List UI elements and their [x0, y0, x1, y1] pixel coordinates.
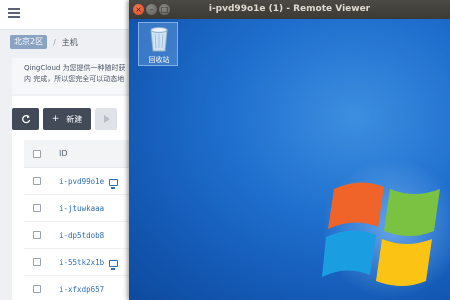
monitor-icon[interactable]: [109, 259, 119, 270]
id-column-header[interactable]: ID: [59, 149, 68, 158]
row-checkbox[interactable]: [33, 177, 41, 185]
select-all-checkbox[interactable]: [33, 149, 41, 158]
refresh-icon: [21, 114, 30, 124]
window-title: i-pvd99o1e (1) - Remote Viewer: [208, 4, 371, 14]
remote-desktop[interactable]: 回收站: [129, 19, 450, 300]
recycle-bin-shortcut[interactable]: 回收站: [138, 22, 178, 66]
breadcrumb-current: 主机: [61, 37, 78, 47]
instance-id-link[interactable]: i-xfxdp657: [59, 285, 104, 294]
recycle-bin-label: 回收站: [148, 56, 170, 64]
refresh-button[interactable]: [12, 108, 39, 130]
row-checkbox[interactable]: [33, 285, 41, 293]
play-icon: [103, 115, 110, 123]
new-instance-label: 新建: [66, 114, 83, 124]
remote-viewer-window: i-pvd99o1e (1) - Remote Viewer × – □ 回收站: [129, 0, 450, 300]
instance-id-link[interactable]: i-dp5tdob8: [59, 231, 104, 240]
instance-id-link[interactable]: i-jtuwkaaa: [59, 204, 104, 213]
toolbar: + 新建: [12, 108, 117, 130]
instance-id-link[interactable]: i-pvd99o1e: [59, 177, 104, 186]
new-instance-button[interactable]: + 新建: [43, 108, 91, 130]
plus-icon: +: [51, 114, 60, 124]
recycle-bin-icon: [150, 27, 168, 52]
zone-badge[interactable]: 北京2区: [10, 35, 48, 49]
start-button[interactable]: [95, 108, 117, 130]
instance-id-link[interactable]: i-55tk2x1b: [59, 258, 104, 267]
windows-logo-icon: [322, 159, 450, 299]
window-titlebar[interactable]: i-pvd99o1e (1) - Remote Viewer × – □: [129, 0, 450, 19]
row-checkbox[interactable]: [33, 204, 41, 212]
row-checkbox[interactable]: [33, 231, 41, 239]
row-checkbox[interactable]: [33, 258, 41, 266]
monitor-icon[interactable]: [109, 178, 119, 189]
menu-icon[interactable]: [8, 8, 20, 18]
breadcrumb: 北京2区 / 主机: [10, 35, 78, 49]
breadcrumb-separator: /: [53, 37, 56, 47]
